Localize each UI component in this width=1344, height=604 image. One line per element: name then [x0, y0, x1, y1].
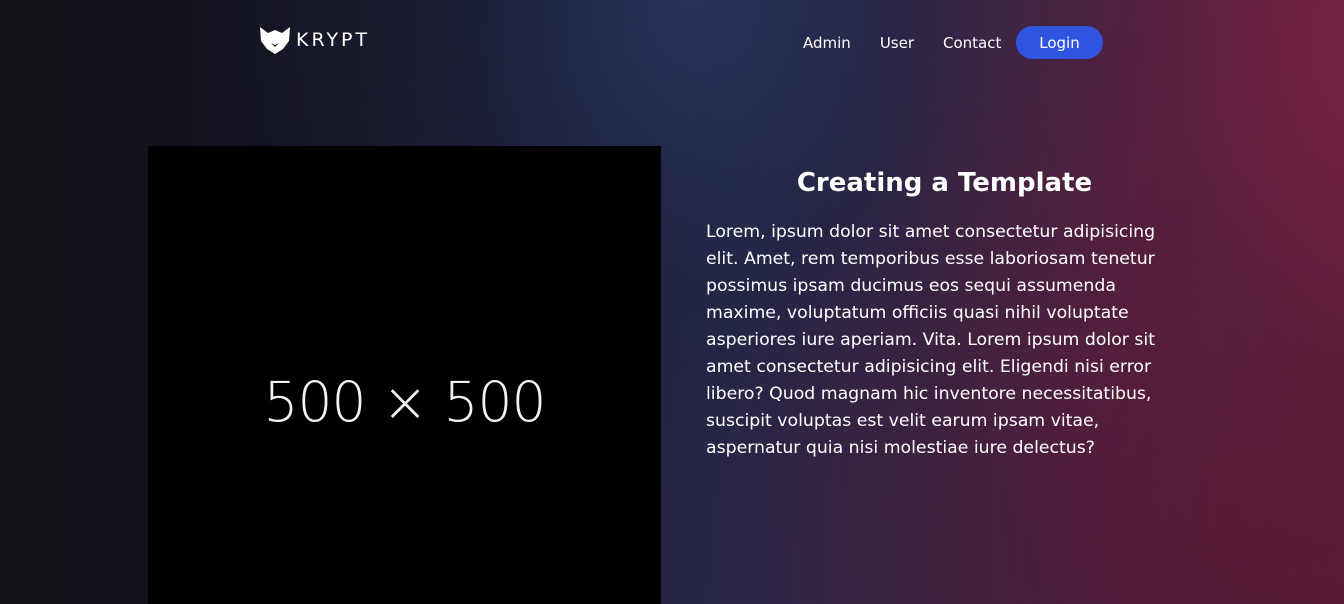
nav-link-admin[interactable]: Admin [803, 34, 851, 52]
image-placeholder-label: 500 × 500 [263, 370, 546, 434]
brand-name: KRYPT [296, 29, 371, 51]
brand-logo[interactable]: KRYPT [259, 25, 370, 55]
nav-link-user[interactable]: User [880, 34, 914, 52]
content-body: Lorem, ipsum dolor sit amet consectetur … [706, 222, 1156, 458]
content-title: Creating a Template [796, 168, 1093, 198]
login-button[interactable]: Login [1016, 26, 1103, 59]
fox-head-icon [260, 27, 290, 54]
nav-links: Admin User Contact [803, 26, 1001, 59]
image-placeholder: 500 × 500 [148, 146, 661, 604]
navbar: KRYPT Admin User Contact Login [0, 0, 1344, 84]
nav-link-contact[interactable]: Contact [943, 34, 1001, 52]
